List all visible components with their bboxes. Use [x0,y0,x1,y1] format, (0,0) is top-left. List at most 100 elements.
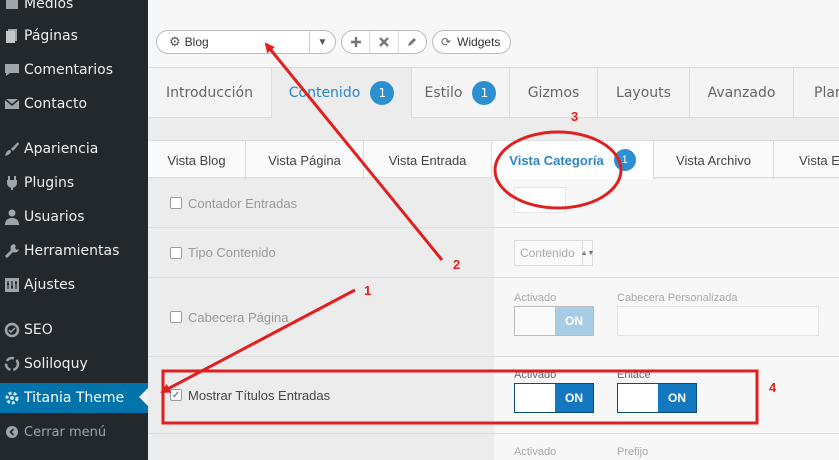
tab-label: Layouts [616,85,671,101]
main-tabs: Introducción Contenido 1 Estilo 1 Gizmos… [148,68,839,118]
contador-checkbox[interactable] [170,197,182,209]
gear-icon [0,390,24,406]
subtab-label: Vista Categoría [509,152,604,168]
setting-row-next: Activado Prefijo [148,434,839,460]
sidebar-item-label: Comentarios [24,62,114,78]
tab-gizmos[interactable]: Gizmos [510,68,598,118]
tab-plan[interactable]: Plan [794,68,839,118]
setting-row-contador: Contador Entradas [148,179,839,228]
cabecera-toggle[interactable]: ON [514,306,594,336]
sidebar-item-label: Plugins [24,175,75,191]
active-tab-pointer [332,108,352,118]
sidebar-item-label: Medios [24,0,74,12]
cabecera-checkbox[interactable] [170,311,182,323]
subtab-vista-e[interactable]: Vista E [774,141,839,179]
sidebar-item-label: Páginas [24,28,78,44]
subtab-badge: 1 [613,149,636,171]
tab-label: Contenido [288,85,361,101]
tab-avanzado[interactable]: Avanzado [690,68,794,118]
sidebar-item-contacto[interactable]: Contacto [0,89,148,119]
plus-icon [350,37,361,47]
plugin-icon [0,175,24,191]
seo-icon [0,322,24,338]
tab-estilo[interactable]: Estilo 1 [412,68,510,118]
view-subtabs: Vista Blog Vista Página Vista Entrada Vi… [148,140,839,179]
tipo-select[interactable]: Contenido ▲▼ [514,240,594,266]
sidebar-item-titania-theme[interactable]: Titania Theme [0,383,148,413]
tab-label: Plan [814,85,839,101]
sidebar-item-ajustes[interactable]: Ajustes [0,270,148,300]
collapse-arrow-icon [0,425,24,439]
subtab-vista-blog[interactable]: Vista Blog [148,141,246,179]
activado-label: Activado [514,446,557,458]
pages-icon [0,28,24,44]
sidebar-item-label: Ajustes [24,277,76,293]
sidebar-item-label: Soliloquy [24,356,88,372]
setting-label: Mostrar Títulos Entradas [188,387,331,403]
widgets-button[interactable]: ⟳ Widgets [432,30,511,54]
tipo-checkbox[interactable] [170,246,182,259]
sidebar-item-label: Apariencia [24,141,99,157]
refresh-icon: ⟳ [441,35,452,49]
subtab-vista-pagina[interactable]: Vista Página [246,141,364,179]
gear-icon: ⚙ [169,34,181,49]
toggle-on-label: ON [555,384,593,412]
add-layout-button[interactable] [342,31,371,53]
collapse-menu-button[interactable]: Cerrar menú [0,417,148,447]
titulos-checkbox[interactable]: ✓ [170,389,182,401]
sidebar-item-comentarios[interactable]: Comentarios [0,55,148,85]
soliloquy-icon [0,356,24,372]
sidebar-item-medios[interactable]: Medios [0,0,148,19]
layout-actions-group [341,30,427,54]
setting-row-tipo: Tipo Contenido Contenido ▲▼ [148,228,839,278]
pencil-icon [408,38,417,46]
setting-label: Contador Entradas [188,195,298,211]
subtab-label: Vista Página [268,152,341,168]
chevron-down-icon[interactable]: ▼ [309,31,335,53]
titulos-toggle[interactable]: ON [514,383,594,413]
activado-label: Activado [514,292,557,304]
tab-introduccion[interactable]: Introducción [148,68,272,118]
sidebar-item-herramientas[interactable]: Herramientas [0,236,148,266]
setting-label: Tipo Contenido [188,245,276,260]
tab-badge: 1 [472,81,497,105]
mail-icon [0,98,24,110]
sidebar-item-label: Herramientas [24,243,120,259]
subtab-vista-archivo[interactable]: Vista Archivo [654,141,774,179]
annotation-number-1: 1 [364,283,372,298]
admin-sidebar: Medios Páginas Comentarios Contacto Apar… [0,0,148,460]
subtab-label: Vista Blog [167,152,226,168]
chevron-down-icon: ▲▼ [581,241,594,265]
layout-select[interactable]: ⚙ Blog ▼ [156,30,336,54]
contador-number-input[interactable] [514,187,566,213]
user-icon [0,209,24,225]
subtab-label: Vista Archivo [676,152,751,168]
sidebar-item-plugins[interactable]: Plugins [0,168,148,198]
tab-layouts[interactable]: Layouts [598,68,690,118]
tipo-select-value: Contenido [520,246,575,260]
active-item-notch [139,388,148,406]
delete-layout-button[interactable] [370,31,399,53]
edit-layout-button[interactable] [399,31,426,53]
media-icon [0,0,24,11]
settings-icon [0,278,24,292]
sidebar-item-soliloquy[interactable]: Soliloquy [0,349,148,379]
close-icon [379,37,389,47]
sidebar-item-paginas[interactable]: Páginas [0,21,148,51]
subtab-vista-categoria[interactable]: Vista Categoría 1 [492,141,654,179]
subtab-label: Vista E [799,152,839,168]
cabecera-personalizada-input[interactable] [617,306,819,336]
comments-icon [0,63,24,77]
enlace-label: Enlace [617,369,651,381]
enlace-toggle[interactable]: ON [617,383,697,413]
annotation-number-3: 3 [571,109,579,124]
subtab-vista-entrada[interactable]: Vista Entrada [364,141,492,179]
sidebar-item-label: SEO [24,322,53,338]
annotation-number-4: 4 [769,380,777,395]
tab-label: Introducción [166,85,253,101]
tab-label: Gizmos [527,85,580,101]
brush-icon [0,141,24,157]
sidebar-item-apariencia[interactable]: Apariencia [0,134,148,164]
sidebar-item-usuarios[interactable]: Usuarios [0,202,148,232]
sidebar-item-seo[interactable]: SEO [0,315,148,345]
